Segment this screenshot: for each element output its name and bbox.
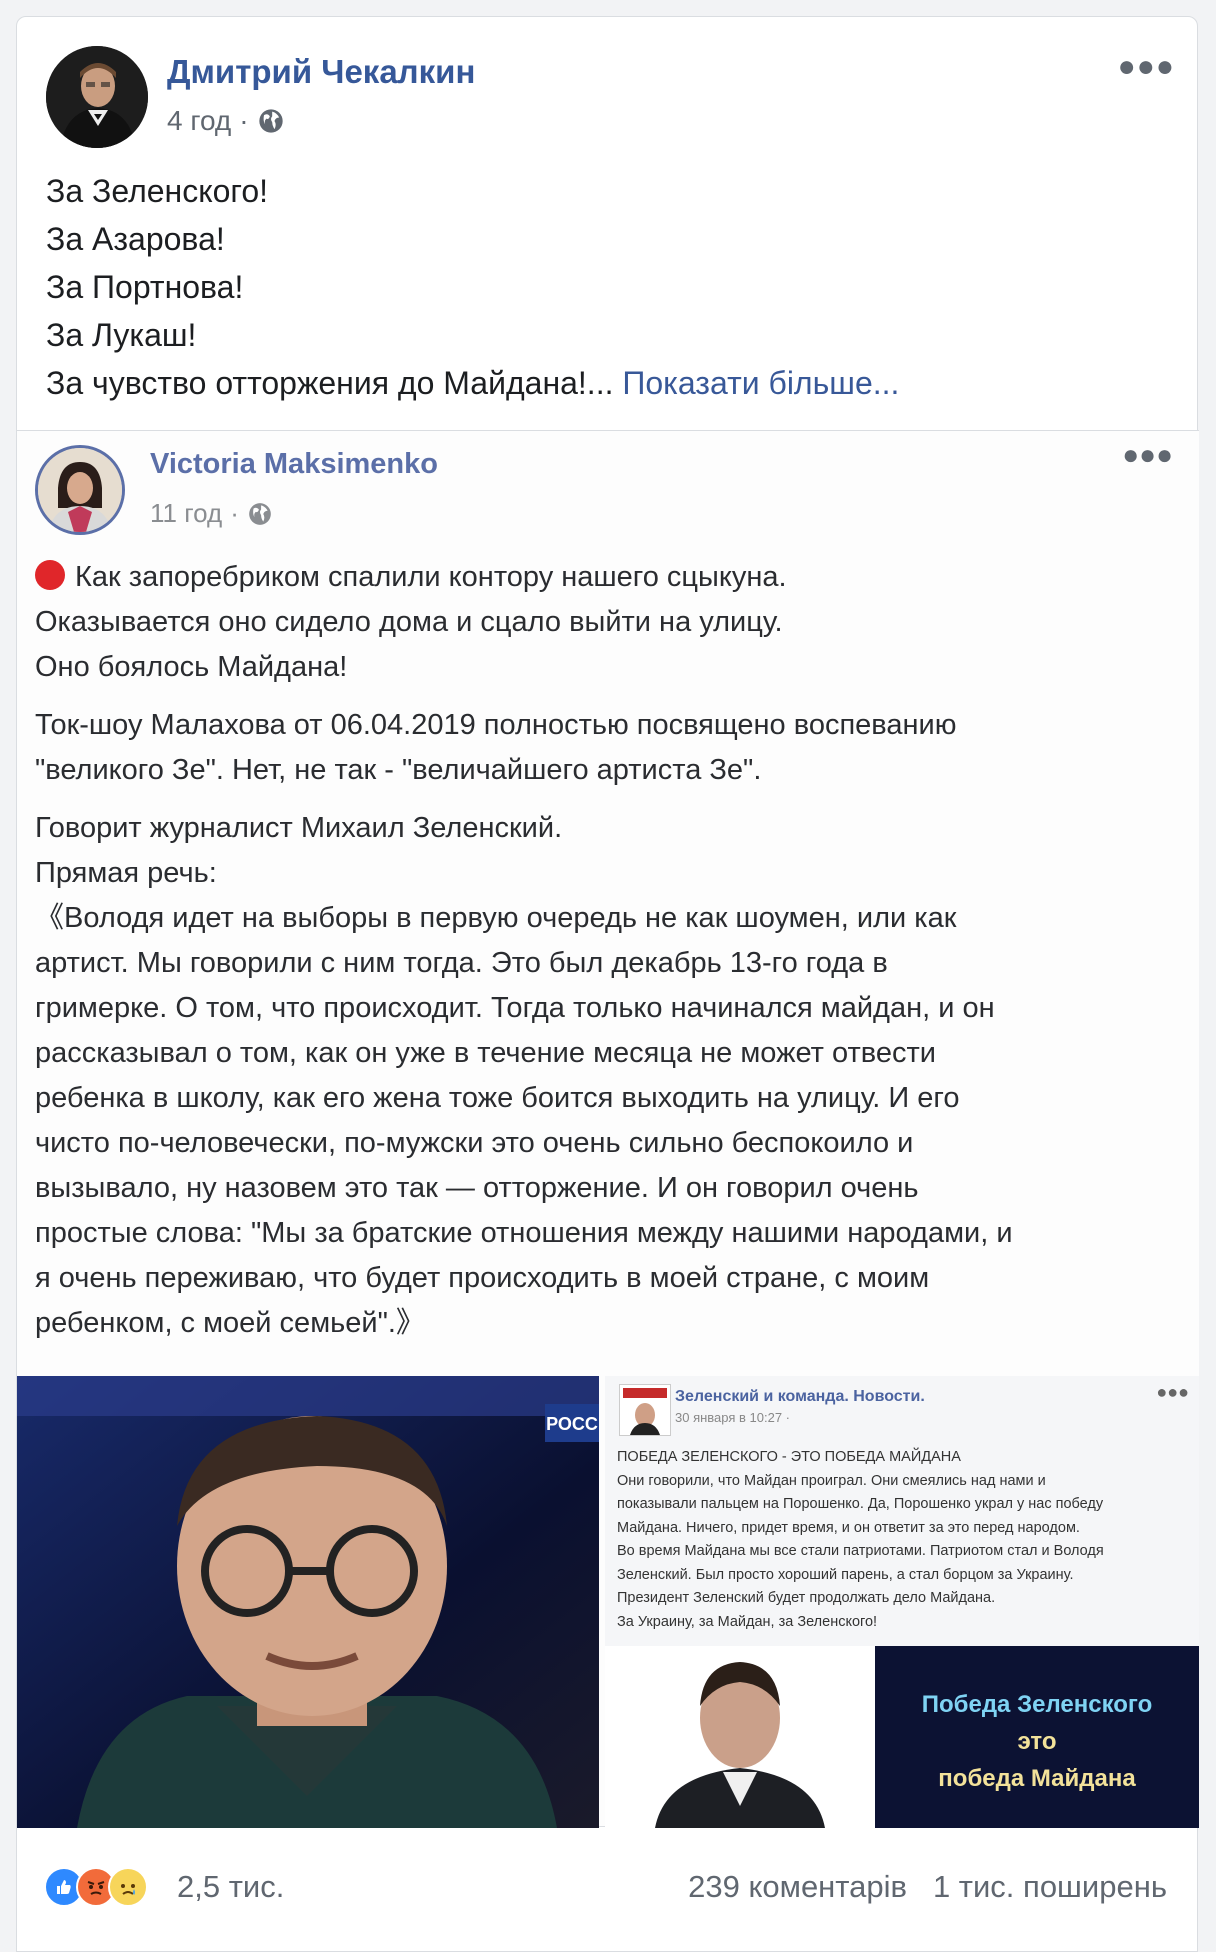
shared-post-time[interactable]: 11 год (150, 498, 222, 529)
sad-reaction-icon (108, 1867, 148, 1907)
author-name[interactable]: Дмитрий Чекалкин (167, 53, 475, 91)
text-line: рассказывал о том, как он уже в течение … (35, 1037, 936, 1069)
more-icon: ●●● (1156, 1382, 1189, 1402)
text-line: вызывало, ну назовем это так — отторжени… (35, 1172, 919, 1204)
tv-logo-text: РОСС (546, 1414, 598, 1434)
see-more-link[interactable]: Показати більше... (622, 365, 899, 401)
paragraph: Говорит журналист Михаил Зеленский. Прям… (35, 806, 1175, 1346)
post-text: За Зеленского! За Азарова! За Портнова! … (46, 167, 899, 407)
paragraph: Ток-шоу Малахова от 06.04.2019 полностью… (35, 703, 1175, 793)
more-icon[interactable]: ●●● (1122, 439, 1173, 471)
globe-icon (249, 502, 271, 525)
meta-separator: · (230, 498, 239, 528)
text-line: ПОБЕДА ЗЕЛЕНСКОГО - ЭТО ПОБЕДА МАЙДАНА (617, 1449, 961, 1465)
text-line-content: Как запоребриком спалили контору нашего … (75, 561, 787, 593)
shared-author-avatar[interactable] (35, 445, 125, 535)
text-line: За Украину, за Майдан, за Зеленского! (617, 1613, 878, 1630)
post-card: Дмитрий Чекалкин 4 год · ●●● За Зеленско… (16, 16, 1199, 1952)
text-line: Говорит журналист Михаил Зеленский. (35, 812, 563, 844)
text-line: "великого Зе". Нет, не так - "величайшег… (35, 754, 762, 786)
text-line: чисто по-человечески, по-мужски это очен… (35, 1127, 914, 1159)
text-line: я очень переживаю, что будет происходить… (35, 1262, 930, 1294)
shared-post-meta: 11 год · (150, 498, 273, 529)
text-line: Как запоребриком спалили контору нашего … (35, 555, 1175, 600)
text-line: Во время Майдана мы все стали патриотами… (617, 1543, 1104, 1559)
text-line: гримерке. О том, что происходит. Тогда т… (35, 992, 995, 1024)
embedded-post-text: ПОБЕДА ЗЕЛЕНСКОГО - ЭТО ПОБЕДА МАЙДАНА О… (617, 1446, 1187, 1634)
slogan-line: это (1017, 1728, 1057, 1755)
slogan-text: Победа Зеленского это победа Майдана (875, 1686, 1199, 1797)
text-line: 《Володя идет на выборы в первую очередь … (35, 902, 957, 934)
text-line: Оно боялось Майдана! (35, 651, 348, 683)
reactions-count[interactable]: 2,5 тис. (177, 1869, 284, 1905)
text-line: Прямая речь: (35, 857, 217, 889)
author-avatar[interactable] (46, 46, 148, 148)
post-line: За Лукаш! (46, 317, 197, 353)
red-circle-icon (35, 560, 65, 590)
text-line: артист. Мы говорили с ним тогда. Это был… (35, 947, 888, 979)
shared-author-name[interactable]: Victoria Maksimenko (150, 448, 438, 481)
text-line: Майдана. Ничего, придет время, и он отве… (617, 1519, 1080, 1536)
embedded-page-avatar (619, 1384, 671, 1436)
text-line: Зеленский. Был просто хороший парень, а … (617, 1566, 1074, 1583)
post-line: За Азарова! (46, 221, 225, 257)
post-line-last: За чувство отторжения до Майдана!... Пок… (46, 359, 899, 407)
text-line: ребенка в школу, как его жена тоже боитс… (35, 1082, 960, 1114)
globe-icon (258, 109, 283, 133)
reaction-icons[interactable] (44, 1867, 148, 1907)
shared-post-text: Как запоребриком спалили контору нашего … (35, 555, 1175, 1359)
post-meta: 4 год · (167, 105, 285, 137)
meta-separator: · (239, 105, 249, 136)
slogan-line: победа Майдана (938, 1765, 1136, 1792)
paragraph: Как запоребриком спалили контору нашего … (35, 555, 1175, 690)
more-icon[interactable]: ●●● (1118, 52, 1175, 82)
post-line: За чувство отторжения до Майдана!... (46, 365, 614, 401)
text-line: Ток-шоу Малахова от 06.04.2019 полностью… (35, 709, 957, 741)
embedded-post-screenshot[interactable]: Зеленский и команда. Новости. 30 января … (605, 1376, 1199, 1828)
shares-count[interactable]: 1 тис. поширень (933, 1869, 1167, 1905)
shared-post: Victoria Maksimenko 11 год · ●●● Как зап… (17, 430, 1199, 1828)
text-line: простые слова: "Мы за братские отношения… (35, 1217, 1013, 1249)
post-time[interactable]: 4 год (167, 105, 231, 137)
text-line: ребенком, с моей семьей".》 (35, 1307, 425, 1339)
text-line: Оказывается оно сидело дома и сцало выйт… (35, 606, 783, 638)
post-line: За Портнова! (46, 269, 244, 305)
text-line: Президент Зеленский будет продолжать дел… (617, 1590, 996, 1606)
slogan-banner: Победа Зеленского это победа Майдана (875, 1646, 1199, 1828)
embedded-post-date: 30 января в 10:27 · (675, 1410, 791, 1425)
text-line: Они говорили, что Майдан проиграл. Они с… (617, 1472, 1046, 1489)
slogan-line: Победа Зеленского (921, 1691, 1153, 1718)
text-line: показывали пальцем на Порошенко. Да, Пор… (617, 1496, 1104, 1512)
post-line: За Зеленского! (46, 173, 269, 209)
post-footer: 2,5 тис. 239 коментарів 1 тис. поширень (17, 1853, 1199, 1933)
comments-count[interactable]: 239 коментарів (688, 1869, 907, 1905)
tv-host-photo[interactable]: РОСС (17, 1376, 599, 1828)
embedded-page-name: Зеленский и команда. Новости. (675, 1388, 925, 1405)
